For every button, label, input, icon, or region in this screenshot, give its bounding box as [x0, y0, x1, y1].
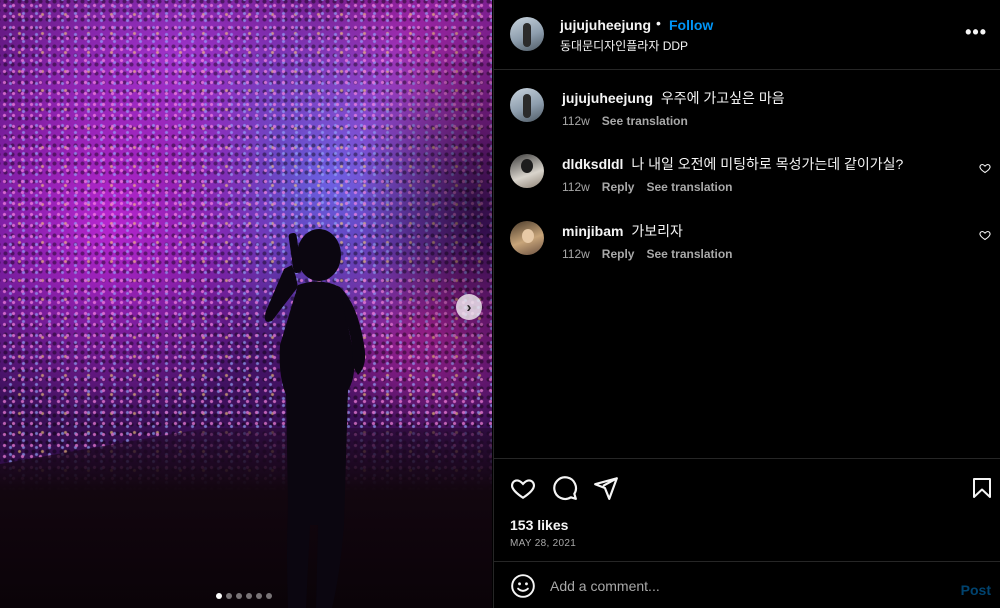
- carousel-dot: [246, 593, 252, 599]
- comment-time[interactable]: 112w: [562, 247, 590, 261]
- comment-icon[interactable]: [552, 475, 578, 501]
- author-avatar[interactable]: [510, 88, 544, 122]
- carousel-dot: [266, 593, 272, 599]
- see-translation-button[interactable]: See translation: [602, 114, 688, 128]
- author-username[interactable]: jujujuheejung: [560, 17, 651, 33]
- bookmark-icon[interactable]: [970, 475, 994, 501]
- commenter-avatar[interactable]: [510, 154, 544, 188]
- comment-meta: 112w Reply See translation: [562, 247, 733, 261]
- person-silhouette: [264, 229, 366, 608]
- carousel-dot: [226, 593, 232, 599]
- carousel-dot: [216, 593, 222, 599]
- location-link[interactable]: 동대문디자인플라자 DDP: [560, 37, 688, 54]
- comment-text: minjibam 가보리자: [562, 221, 683, 241]
- next-image-button[interactable]: ›: [456, 294, 482, 320]
- more-options-icon[interactable]: •••: [965, 22, 987, 43]
- caption-text: jujujuheejung 우주에 가고싶은 마음: [562, 88, 785, 108]
- comment-text: dldksdldl 나 내일 오전에 미팅하로 목성가는데 같이가실?: [562, 154, 903, 174]
- emoji-icon[interactable]: [510, 573, 536, 599]
- comment-username[interactable]: minjibam: [562, 223, 623, 239]
- post-comment-button[interactable]: Post: [961, 582, 991, 598]
- follow-button[interactable]: Follow: [669, 17, 713, 33]
- post-side-panel: jujujuheejung • Follow 동대문디자인플라자 DDP •••…: [493, 0, 1000, 608]
- comment-like-icon[interactable]: [979, 229, 991, 241]
- author-avatar[interactable]: [510, 17, 544, 51]
- chevron-right-icon: ›: [466, 298, 472, 316]
- comment-time[interactable]: 112w: [562, 180, 590, 194]
- comment-composer: Post: [494, 561, 1000, 608]
- comment-meta: 112w See translation: [562, 114, 688, 128]
- post-image[interactable]: ›: [0, 0, 492, 608]
- comment-like-icon[interactable]: [979, 162, 991, 174]
- heart-icon[interactable]: [510, 475, 536, 501]
- comment-input[interactable]: [550, 575, 930, 597]
- comment-username[interactable]: jujujuheejung: [562, 90, 653, 106]
- comment-meta: 112w Reply See translation: [562, 180, 733, 194]
- comment-time[interactable]: 112w: [562, 114, 590, 128]
- post-actions: 153 likes MAY 28, 2021: [494, 458, 1000, 561]
- send-icon[interactable]: [593, 475, 619, 501]
- carousel-indicator: [216, 593, 272, 599]
- comment-body: 가보리자: [631, 223, 683, 239]
- reply-button[interactable]: Reply: [602, 247, 635, 261]
- header-separator: •: [656, 15, 661, 31]
- likes-count[interactable]: 153 likes: [510, 517, 568, 533]
- see-translation-button[interactable]: See translation: [646, 180, 732, 194]
- post-header: jujujuheejung • Follow 동대문디자인플라자 DDP •••: [494, 0, 1000, 70]
- post-date[interactable]: MAY 28, 2021: [510, 538, 576, 549]
- comment-body: 나 내일 오전에 미팅하로 목성가는데 같이가실?: [631, 156, 904, 172]
- carousel-dot: [256, 593, 262, 599]
- reply-button[interactable]: Reply: [602, 180, 635, 194]
- commenter-avatar[interactable]: [510, 221, 544, 255]
- comment-username[interactable]: dldksdldl: [562, 156, 623, 172]
- carousel-dot: [236, 593, 242, 599]
- see-translation-button[interactable]: See translation: [646, 247, 732, 261]
- comment-body: 우주에 가고싶은 마음: [660, 90, 785, 106]
